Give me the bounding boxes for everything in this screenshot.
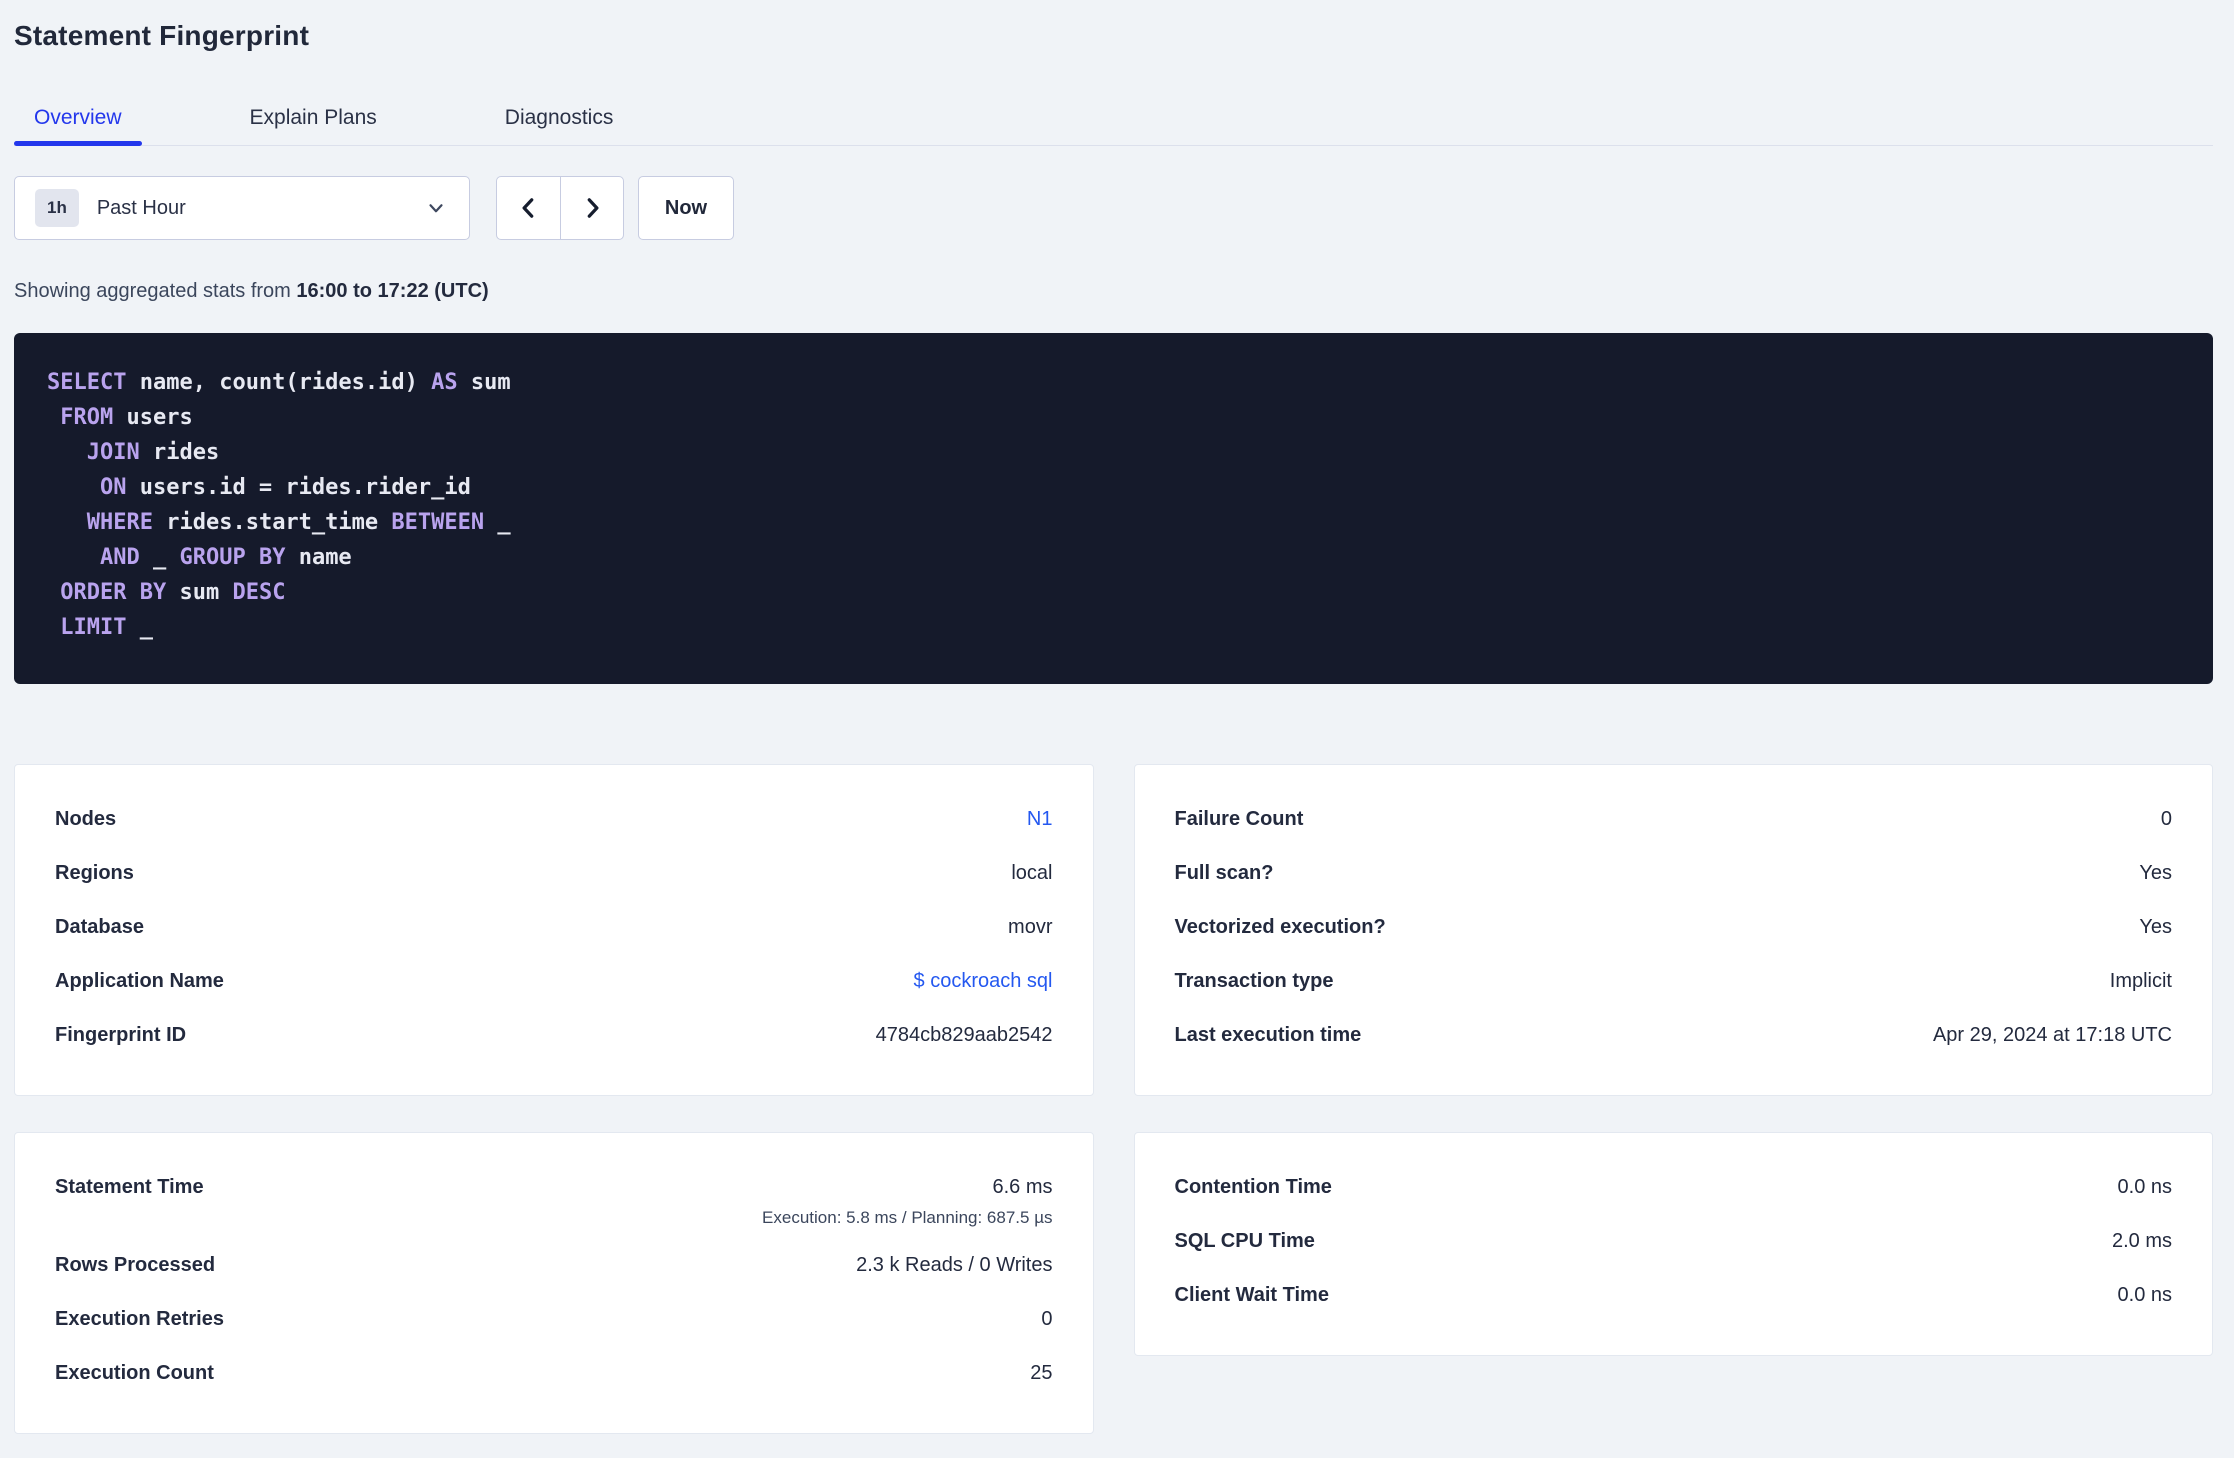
card-row: Execution Retries 0 [55, 1295, 1053, 1349]
card-row-value-link[interactable]: N1 [1027, 808, 1053, 831]
now-button[interactable]: Now [638, 176, 734, 240]
sql-line: ORDER BY sum DESC [60, 580, 286, 605]
card-row-label: Vectorized execution? [1174, 916, 1386, 938]
sql-line: LIMIT _ [60, 615, 153, 640]
card-row-label: Nodes [55, 808, 117, 830]
card-row: Failure Count 0 [1175, 795, 2173, 849]
next-time-range-button[interactable] [560, 177, 623, 239]
card-row: Statement Time 6.6 ms Execution: 5.8 ms / … [55, 1163, 1053, 1241]
card-row-label: Database [55, 916, 144, 938]
card-row-value: 0 [2160, 808, 2172, 830]
card-row-label: Statement Time [55, 1176, 204, 1198]
aggregated-stats-summary: Showing aggregated stats from 16:00 to 1… [14, 280, 2213, 303]
tab-explain-plans[interactable]: Explain Plans [230, 92, 397, 145]
card-row: Vectorized execution? Yes [1175, 903, 2173, 957]
time-range-label: Past Hour [96, 196, 186, 219]
card-row-value: 25 [1030, 1362, 1053, 1384]
chevron-left-icon [516, 195, 542, 221]
card-row-value: 6.6 ms [992, 1176, 1053, 1198]
card-row-label: Rows Processed [55, 1254, 216, 1276]
time-range-picker[interactable]: 1h Past Hour [14, 176, 470, 240]
card-row-label: Contention Time [1174, 1176, 1332, 1198]
chevron-down-icon [425, 197, 447, 219]
aggregated-stats-prefix: Showing aggregated stats from [14, 280, 297, 302]
card-row-label: Execution Count [55, 1362, 214, 1384]
sql-code: SELECT name, count(rides.id) AS sum FROM… [47, 365, 2180, 645]
time-range-badge: 1h [35, 189, 79, 227]
tab-overview[interactable]: Overview [14, 92, 142, 146]
tab-diagnostics[interactable]: Diagnostics [485, 92, 634, 145]
sql-statement-box: SELECT name, count(rides.id) AS sum FROM… [14, 333, 2213, 684]
card-row-value: Yes [2139, 862, 2172, 884]
card-row-label: Fingerprint ID [55, 1024, 187, 1046]
card-row-label: Execution Retries [55, 1308, 224, 1330]
card-row-value: Implicit [2109, 970, 2172, 992]
sql-line: WHERE rides.start_time BETWEEN _ [86, 510, 511, 535]
card-row-value: Yes [2139, 916, 2172, 938]
card-row: Full scan? Yes [1175, 849, 2173, 903]
details-card-left: Nodes N1 Regions local Database movr Applicati… [14, 764, 1094, 1096]
card-row: Database movr [55, 903, 1053, 957]
sql-line: FROM users [60, 405, 193, 430]
timing-card-right: Contention Time 0.0 ns SQL CPU Time 2.0 ms C… [1133, 1132, 2213, 1356]
card-row-label: Full scan? [1174, 862, 1274, 884]
statement-fingerprint-page: Statement Fingerprint Overview Explain Pl… [0, 0, 2234, 1434]
previous-time-range-button[interactable] [497, 177, 560, 239]
card-row: SQL CPU Time 2.0 ms [1175, 1217, 2173, 1271]
card-row-label: Application Name [55, 970, 224, 992]
sql-line: SELECT name, count(rides.id) AS sum [47, 370, 511, 395]
time-controls: 1h Past Hour Now [14, 176, 2213, 240]
tab-bar: Overview Explain Plans Diagnostics [14, 92, 2213, 146]
card-row-value-link[interactable]: $ cockroach sql [914, 970, 1053, 993]
card-row-subvalue: Execution: 5.8 ms / Planning: 687.5 µs [762, 1208, 1053, 1227]
sql-line: ON users.id = rides.rider_id [99, 475, 471, 500]
aggregated-stats-range: 16:00 to 17:22 (UTC) [296, 280, 489, 302]
card-row-value: 2.3 k Reads / 0 Writes [856, 1254, 1053, 1276]
time-range-arrows [496, 176, 624, 240]
card-row: Fingerprint ID 4784cb829aab2542 [55, 1011, 1053, 1065]
card-row-value: 0 [1041, 1308, 1053, 1330]
card-row: Last execution time Apr 29, 2024 at 17:18… [1175, 1011, 2173, 1065]
summary-cards: Nodes N1 Regions local Database movr Applicati… [14, 764, 2213, 1434]
card-row-label: Failure Count [1174, 808, 1304, 830]
card-row: Regions local [55, 849, 1053, 903]
card-row-label: Last execution time [1174, 1024, 1362, 1046]
card-row: Client Wait Time 0.0 ns [1175, 1271, 2173, 1325]
sql-line: JOIN rides [86, 440, 220, 465]
timing-card-left: Statement Time 6.6 ms Execution: 5.8 ms / … [14, 1132, 1094, 1434]
card-row-value: movr [1008, 916, 1053, 938]
chevron-right-icon [579, 195, 605, 221]
card-row: Execution Count 25 [55, 1349, 1053, 1403]
card-row-label: Transaction type [1174, 970, 1334, 992]
card-row-value: 0.0 ns [2117, 1176, 2172, 1198]
card-row-label: Regions [55, 862, 134, 884]
card-row-value: 2.0 ms [2111, 1230, 2172, 1252]
sql-line: AND _ GROUP BY name [99, 545, 352, 570]
card-row: Application Name $ cockroach sql [55, 957, 1053, 1011]
card-row-label: SQL CPU Time [1174, 1230, 1315, 1252]
details-card-right: Failure Count 0 Full scan? Yes Vectorized ex… [1133, 764, 2213, 1096]
card-row-value: 0.0 ns [2117, 1284, 2172, 1306]
card-row-label: Client Wait Time [1174, 1284, 1329, 1306]
card-row-value: local [1011, 862, 1053, 884]
card-row-value: Apr 29, 2024 at 17:18 UTC [1932, 1024, 2172, 1046]
page-title: Statement Fingerprint [14, 20, 310, 51]
card-row: Nodes N1 [55, 795, 1053, 849]
card-row: Rows Processed 2.3 k Reads / 0 Writes [55, 1241, 1053, 1295]
card-row-value: 4784cb829aab2542 [875, 1024, 1053, 1046]
card-row: Transaction type Implicit [1175, 957, 2173, 1011]
card-row: Contention Time 0.0 ns [1175, 1163, 2173, 1217]
